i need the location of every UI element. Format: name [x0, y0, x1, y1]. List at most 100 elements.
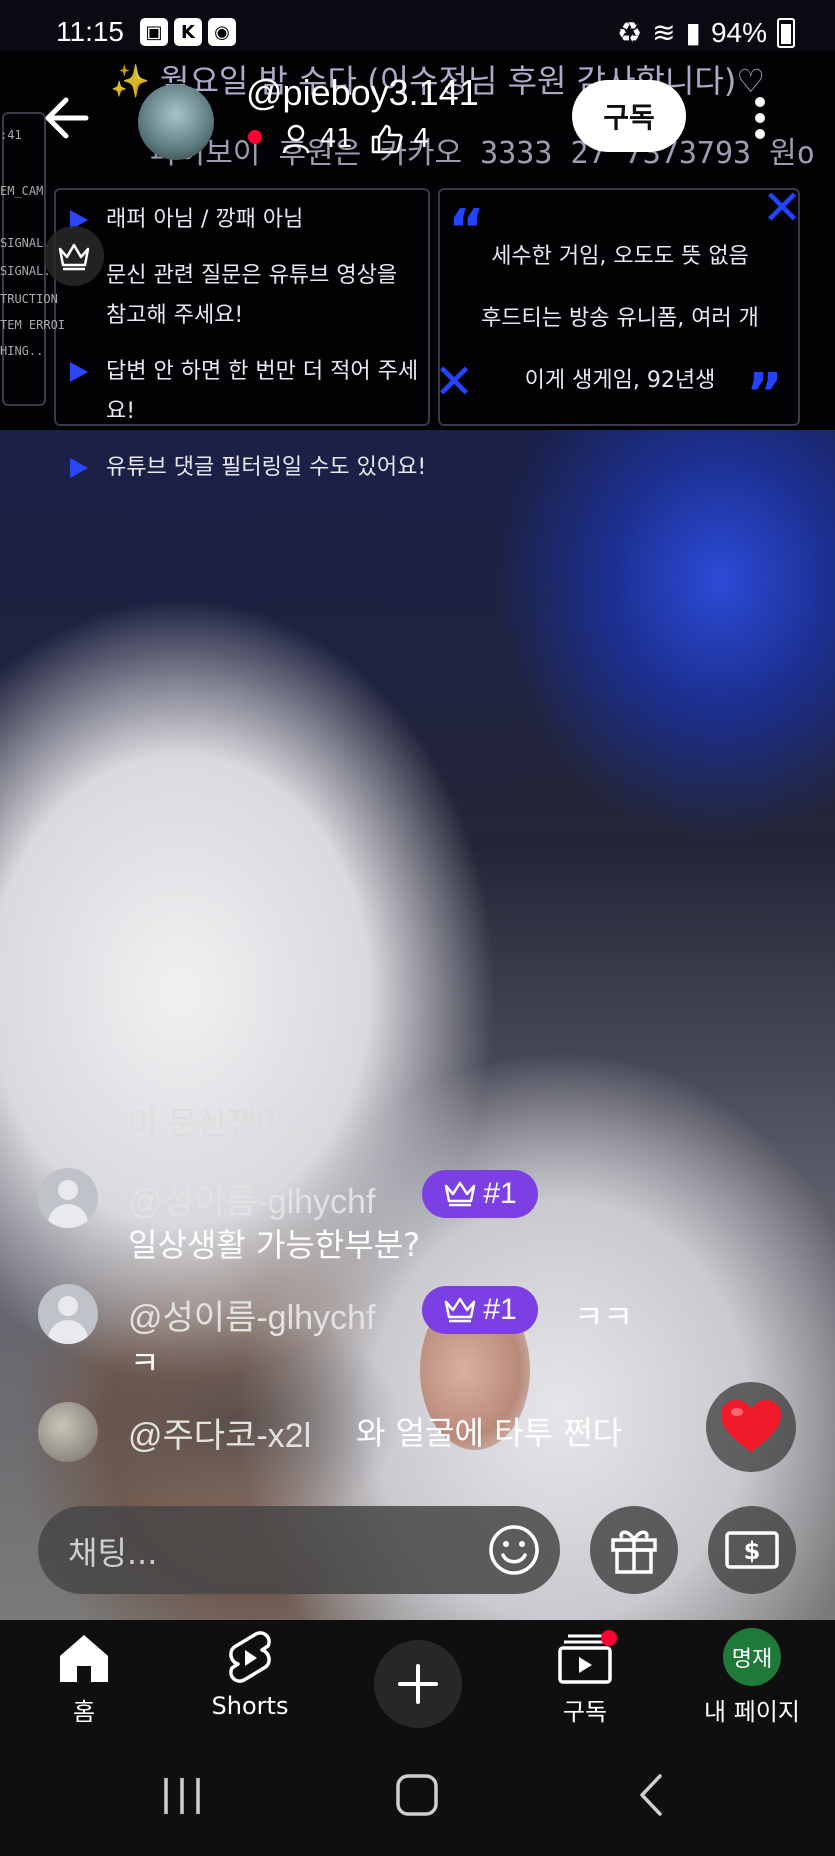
more-options-button[interactable]	[748, 90, 772, 146]
shorts-icon	[220, 1628, 280, 1688]
recycle-icon: ♻	[616, 17, 643, 48]
channel-avatar[interactable]	[138, 84, 214, 160]
chat-message: @성이름-glhychf #1 ㅋㅋ ㅋ	[38, 1284, 698, 1394]
chat-author[interactable]: @성이름-glhychf	[128, 1174, 375, 1223]
chat-previous-message: 이 문신쟁이는?	[128, 1104, 332, 1142]
overlay-rule: 유튜브 댓글 필터링일 수도 있어요!	[70, 448, 430, 488]
back-button[interactable]	[40, 90, 96, 146]
overlay-side-text: SIGNAL.	[0, 236, 51, 250]
nav-subscriptions[interactable]: 구독	[515, 1628, 655, 1727]
home-icon	[54, 1628, 114, 1688]
rule-text: 문신 관련 질문은 유튜브 영상을	[106, 263, 398, 288]
status-right: ♻ ≋ ▮ 94%	[617, 16, 795, 49]
svg-text:$: $	[744, 1537, 761, 1565]
nav-subscriptions-label: 구독	[562, 1698, 608, 1726]
gallery-icon: ▣	[140, 18, 168, 46]
rule-text: 답변 안 하면 한 번만 더 적어 주세요!	[106, 359, 419, 424]
smiley-icon	[489, 1525, 539, 1575]
nav-shorts-label: Shorts	[211, 1692, 289, 1720]
badge-rank: #1	[483, 1177, 517, 1210]
member-badge: #1	[422, 1170, 538, 1218]
badge-rank: #1	[483, 1293, 517, 1326]
rule-text: 래퍼 아님 / 깡패 아님	[106, 207, 304, 232]
battery-level: 94%	[710, 16, 767, 48]
nav-home-label: 홈	[72, 1698, 96, 1726]
bottom-navigation: 홈 Shorts 구독 명재 내 페이지	[0, 1620, 835, 1736]
overlay-rule: 문신 관련 질문은 유튜브 영상을	[70, 256, 430, 296]
crown-icon-svg	[58, 243, 90, 271]
heart-icon	[721, 1400, 781, 1452]
live-indicator-dot	[248, 130, 262, 144]
battery-icon	[777, 17, 795, 48]
overlay-side-box	[2, 112, 46, 406]
wifi-icon: ≋	[652, 17, 676, 48]
overlay-rule: 래퍼 아님 / 깡패 아님	[70, 200, 430, 240]
triangle-icon	[70, 362, 88, 382]
chat-avatar[interactable]	[38, 1402, 98, 1462]
overlay-side-text: TEM ERROI	[0, 318, 66, 332]
subscribe-button[interactable]: 구독	[572, 80, 686, 152]
quote-line: 이게 생게임, 92년생	[524, 368, 716, 393]
quote-line: 후드티는 방송 유니폼, 여러 개	[481, 306, 759, 331]
chat-message: @성이름-glhychf #1 일상생활 가능한부분?	[38, 1168, 698, 1268]
emoji-button[interactable]	[486, 1522, 542, 1578]
recents-icon	[164, 1778, 200, 1814]
rule-text: 참고해 주세요!	[106, 303, 244, 328]
chat-text: 일상생활 가능한부분?	[128, 1226, 421, 1264]
create-button[interactable]	[374, 1640, 462, 1728]
chat-text: 와 얼굴에 타투 쩐다	[356, 1414, 623, 1452]
chat-input[interactable]: 채팅...	[38, 1506, 560, 1594]
crown-icon	[44, 226, 104, 286]
overlay-side-text: SIGNAL.	[0, 264, 51, 278]
map-icon: ◉	[208, 18, 236, 46]
signal-icon: ▮	[685, 17, 701, 48]
crown-icon	[445, 1181, 476, 1207]
status-bar: 11:15 ▣ K ◉ ♻ ≋ ▮ 94%	[0, 0, 835, 68]
member-badge: #1	[422, 1286, 538, 1334]
overlay-rule: 답변 안 하면 한 번만 더 적어 주세요!	[70, 352, 430, 432]
chat-input-placeholder: 채팅...	[68, 1534, 158, 1572]
like-count: 4	[413, 124, 430, 154]
overlay-side-text: EM_CAM	[0, 184, 44, 198]
chat-avatar[interactable]	[38, 1284, 98, 1344]
kakao-icon: K	[174, 18, 202, 46]
chat-text: ㅋㅋ	[574, 1298, 633, 1336]
chat-author[interactable]: @성이름-glhychf	[128, 1290, 375, 1339]
chevron-left-icon	[640, 1774, 662, 1816]
home-square-icon	[396, 1774, 438, 1816]
chat-author[interactable]: @주다코-x2l	[128, 1408, 311, 1457]
gift-icon	[611, 1530, 657, 1574]
nav-my-page-label: 내 페이지	[704, 1698, 800, 1726]
rule-text: 유튜브 댓글 필터링일 수도 있어요!	[106, 455, 427, 480]
my-page-avatar: 명재	[723, 1628, 781, 1686]
overlay-side-text: :41	[0, 128, 22, 142]
recent-apps-button[interactable]	[160, 1774, 204, 1822]
chat-avatar[interactable]	[38, 1168, 98, 1228]
chat-message: @주다코-x2l 와 얼굴에 타투 쩐다	[38, 1402, 698, 1472]
money-icon: $	[725, 1531, 779, 1569]
subscriptions-icon	[555, 1628, 617, 1688]
overlay-rule: 참고해 주세요!	[70, 296, 430, 336]
heart-reaction-button[interactable]	[706, 1382, 796, 1472]
nav-my-page[interactable]: 명재 내 페이지	[682, 1628, 822, 1727]
overlay-side-text: HING..	[0, 344, 44, 358]
quote-line: 세수한 거임, 오도도 뜻 없음	[491, 244, 749, 269]
overlay-quote: 세수한 거임, 오도도 뜻 없음 후드티는 방송 유니폼, 여러 개 이게 생게…	[440, 226, 800, 412]
nav-shorts[interactable]: Shorts	[180, 1628, 320, 1720]
crown-icon	[445, 1297, 476, 1323]
triangle-icon	[70, 458, 88, 478]
back-arrow-icon	[45, 97, 89, 139]
nav-home[interactable]: 홈	[14, 1628, 154, 1727]
status-notification-icons: ▣ K ◉	[140, 18, 236, 46]
more-vert-icon	[755, 97, 765, 139]
viewer-icon	[282, 124, 310, 154]
chat-text: ㅋ	[130, 1344, 160, 1382]
status-time: 11:15	[56, 16, 124, 47]
super-chat-button[interactable]: $	[708, 1506, 796, 1594]
plus-icon	[398, 1664, 438, 1704]
back-system-button[interactable]	[636, 1772, 666, 1822]
gift-button[interactable]	[590, 1506, 678, 1594]
channel-name[interactable]: @pieboy3.141	[246, 72, 479, 114]
like-icon	[371, 124, 403, 154]
home-system-button[interactable]	[394, 1772, 440, 1822]
